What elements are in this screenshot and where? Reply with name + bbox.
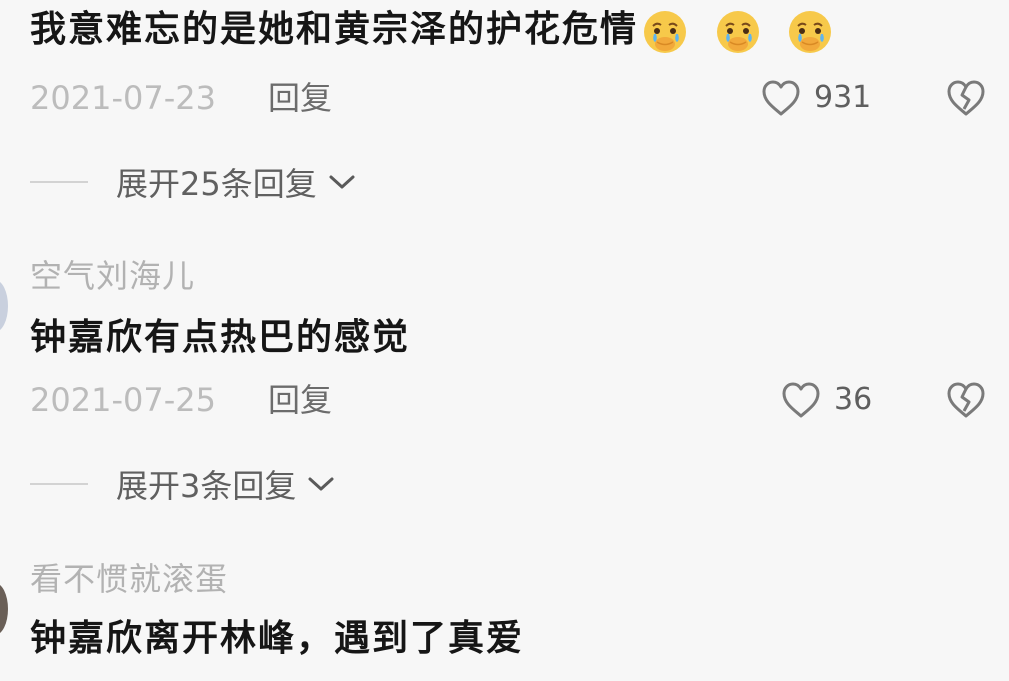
comment-username[interactable]: 空气刘海儿 (30, 254, 195, 298)
heart-outline-icon[interactable] (778, 378, 824, 422)
reply-button[interactable]: 回复 (268, 76, 332, 120)
chevron-down-icon[interactable] (306, 474, 336, 494)
like-button[interactable]: 36 (778, 378, 872, 422)
comment-list: 我意难忘的是她和黄宗泽的护花危情 2021-07-23 回复 931 展开25条… (0, 0, 1009, 681)
broken-heart-icon[interactable] (943, 76, 989, 120)
comment-item: 我意难忘的是她和黄宗泽的护花危情 2021-07-23 回复 931 展开25条… (0, 0, 1009, 230)
comment-text: 钟嘉欣有点热巴的感觉 (30, 317, 411, 358)
chevron-down-icon[interactable] (327, 172, 357, 192)
like-count: 931 (814, 80, 872, 115)
crying-hands-emoji-icon (644, 11, 687, 53)
reply-button[interactable]: 回复 (268, 378, 332, 422)
expand-replies-button[interactable]: 展开3条回复 (30, 462, 336, 506)
broken-heart-icon[interactable] (943, 378, 989, 422)
crying-hands-emoji-icon (789, 11, 832, 53)
avatar[interactable] (0, 280, 8, 332)
comment-date: 2021-07-23 (30, 79, 216, 117)
emoji-group (642, 7, 845, 55)
comment-username[interactable]: 看不惯就滚蛋 (30, 557, 228, 601)
comment-date: 2021-07-25 (30, 381, 216, 419)
like-count: 36 (834, 382, 873, 417)
crying-hands-emoji-icon (716, 11, 759, 53)
comment-text-row: 我意难忘的是她和黄宗泽的护花危情 (30, 6, 845, 55)
divider-line (30, 483, 88, 485)
divider-line (30, 181, 88, 183)
expand-replies-button[interactable]: 展开25条回复 (30, 160, 357, 204)
comment-text: 钟嘉欣离开林峰，遇到了真爱 (30, 618, 525, 659)
like-button[interactable]: 931 (758, 76, 871, 120)
comment-item: 空气刘海儿 钟嘉欣有点热巴的感觉 2021-07-25 回复 36 展开3条回复 (0, 250, 1009, 520)
heart-outline-icon[interactable] (758, 76, 804, 120)
avatar[interactable] (0, 583, 8, 635)
expand-replies-label[interactable]: 展开3条回复 (116, 461, 296, 507)
expand-replies-label[interactable]: 展开25条回复 (116, 159, 317, 205)
comment-meta: 2021-07-23 回复 931 (30, 76, 1009, 120)
comment-text: 我意难忘的是她和黄宗泽的护花危情 (30, 9, 639, 50)
comment-item: 看不惯就滚蛋 钟嘉欣离开林峰，遇到了真爱 (0, 553, 1009, 681)
comment-meta: 2021-07-25 回复 36 (30, 378, 1009, 422)
